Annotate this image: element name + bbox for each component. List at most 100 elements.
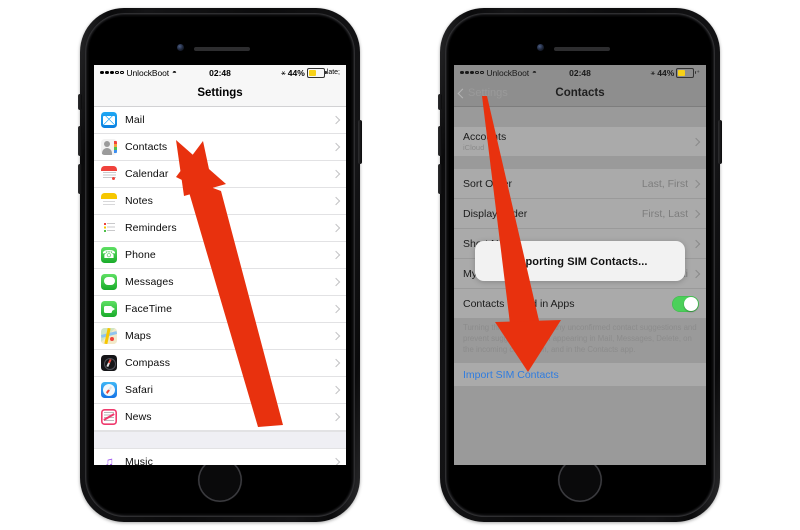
bluetooth-icon: ⚹: [650, 67, 656, 77]
contacts-icon: [101, 139, 117, 155]
settings-row-sort-order[interactable]: Sort Order Last, First: [454, 169, 706, 199]
settings-row-reminders[interactable]: Reminders: [94, 215, 346, 242]
back-button-label: Settings: [468, 87, 508, 99]
settings-row-contacts[interactable]: Contacts: [94, 134, 346, 161]
volume-up-button[interactable]: [78, 126, 82, 156]
chevron-right-icon: [331, 223, 341, 233]
carrier-name: UnlockBoot: [486, 67, 530, 78]
list-section-gap: [94, 431, 346, 449]
row-label: Phone: [125, 249, 156, 261]
calendar-icon: [101, 166, 117, 182]
chevron-right-icon: [331, 385, 341, 395]
row-label: Music: [125, 456, 153, 465]
earpiece-speaker: [194, 47, 250, 51]
accounts-group: Accounts iCloud: [454, 127, 706, 156]
chevron-right-icon: [691, 239, 701, 248]
row-label: Calendar: [125, 168, 169, 180]
importing-hud-dialog: Importing SIM Contacts...: [475, 241, 685, 281]
reminders-icon: [101, 220, 117, 236]
power-button[interactable]: [358, 120, 362, 164]
phone-icon: [101, 247, 117, 263]
battery-icon: [676, 67, 697, 78]
settings-row-contacts-found-in-apps[interactable]: Contacts Found in Apps: [454, 289, 706, 318]
row-value: First, Last: [641, 207, 688, 220]
silent-switch[interactable]: [78, 94, 82, 110]
row-label: FaceTime: [125, 303, 173, 315]
settings-row-messages[interactable]: Messages: [94, 269, 346, 296]
lightning-bolt-icon: ⁺: [696, 69, 700, 77]
row-label: Contacts Found in Apps: [463, 297, 575, 310]
battery-percent: 44%: [287, 67, 305, 78]
iphone-left: UnlockBoot ◓ 02:48 ⚹ 44% late; Settings: [78, 8, 362, 522]
status-left-group: UnlockBoot ◓: [100, 68, 177, 78]
settings-row-safari[interactable]: Safari: [94, 377, 346, 404]
notes-icon: [101, 193, 117, 209]
page-title: Settings: [197, 87, 243, 99]
news-icon: [101, 409, 117, 425]
chevron-right-icon: [331, 142, 341, 152]
front-camera-icon: [177, 44, 184, 51]
silent-switch[interactable]: [438, 94, 442, 110]
chevron-right-icon: [331, 331, 341, 341]
row-label: Safari: [125, 384, 154, 396]
empty-area: [454, 387, 706, 465]
status-left-group: UnlockBoot ◓: [460, 68, 537, 78]
settings-row-notes[interactable]: Notes: [94, 188, 346, 215]
status-bar-left: UnlockBoot ◓ 02:48 ⚹ 44% late;: [94, 65, 346, 80]
row-label: News: [125, 411, 152, 423]
volume-down-button[interactable]: [438, 164, 442, 194]
safari-icon: [101, 382, 117, 398]
settings-row-display-order[interactable]: Display Order First, Last: [454, 199, 706, 229]
messages-icon: [101, 274, 117, 290]
hud-message: Importing SIM Contacts...: [512, 256, 648, 268]
settings-row-maps[interactable]: Maps: [94, 323, 346, 350]
chevron-right-icon: [331, 277, 341, 287]
chevron-right-icon: [331, 115, 341, 125]
battery-percent: 44%: [657, 67, 675, 78]
settings-row-compass[interactable]: Compass: [94, 350, 346, 377]
signal-strength-icon: [100, 70, 124, 75]
row-label: Display Order: [463, 207, 528, 220]
settings-row-accounts[interactable]: Accounts iCloud: [454, 127, 706, 156]
chevron-right-icon: [331, 358, 341, 368]
row-label: Reminders: [125, 222, 177, 234]
left-screen: UnlockBoot ◓ 02:48 ⚹ 44% late; Settings: [94, 65, 346, 465]
compass-icon: [101, 355, 117, 371]
settings-list: Mail Contacts Calendar Notes Reminders ☎…: [94, 107, 346, 465]
status-right-group: ⚹ 44% late;: [281, 67, 340, 78]
row-label: Messages: [125, 276, 174, 288]
chevron-right-icon: [331, 169, 341, 179]
row-label: Compass: [125, 357, 171, 369]
right-screen: UnlockBoot ◓ 02:48 ⚹ 44% ⁺ Settings Cont…: [454, 65, 706, 465]
settings-row-music[interactable]: Music: [94, 449, 346, 465]
music-icon: [101, 454, 117, 465]
row-value: Last, First: [641, 177, 688, 190]
chevron-right-icon: [691, 179, 701, 188]
volume-up-button[interactable]: [438, 126, 442, 156]
settings-row-news[interactable]: News: [94, 404, 346, 431]
battery-icon: [306, 67, 327, 78]
maps-icon: [101, 328, 117, 344]
row-label: Contacts: [125, 141, 168, 153]
settings-row-calendar[interactable]: Calendar: [94, 161, 346, 188]
chevron-right-icon: [331, 250, 341, 260]
row-label: Notes: [125, 195, 153, 207]
chevron-right-icon: [331, 304, 341, 314]
carrier-name: UnlockBoot: [126, 67, 170, 78]
import-sim-contacts-label: Import SIM Contacts: [463, 368, 559, 381]
nav-bar-left: Settings: [94, 80, 346, 107]
power-button[interactable]: [718, 120, 722, 164]
settings-row-facetime[interactable]: FaceTime: [94, 296, 346, 323]
accounts-text-group: Accounts iCloud: [463, 131, 506, 153]
row-label: Sort Order: [463, 177, 513, 190]
nav-bar-right: Settings Contacts: [454, 80, 706, 107]
import-sim-contacts-button[interactable]: Import SIM Contacts: [454, 362, 706, 388]
chevron-right-icon: [331, 412, 341, 422]
settings-row-mail[interactable]: Mail: [94, 107, 346, 134]
settings-row-phone[interactable]: Phone: [94, 242, 346, 269]
chevron-left-icon: [457, 88, 468, 98]
contacts-found-in-apps-toggle[interactable]: [672, 295, 699, 312]
volume-down-button[interactable]: [78, 164, 82, 194]
back-button[interactable]: Settings: [457, 87, 508, 99]
facetime-icon: [101, 301, 117, 317]
